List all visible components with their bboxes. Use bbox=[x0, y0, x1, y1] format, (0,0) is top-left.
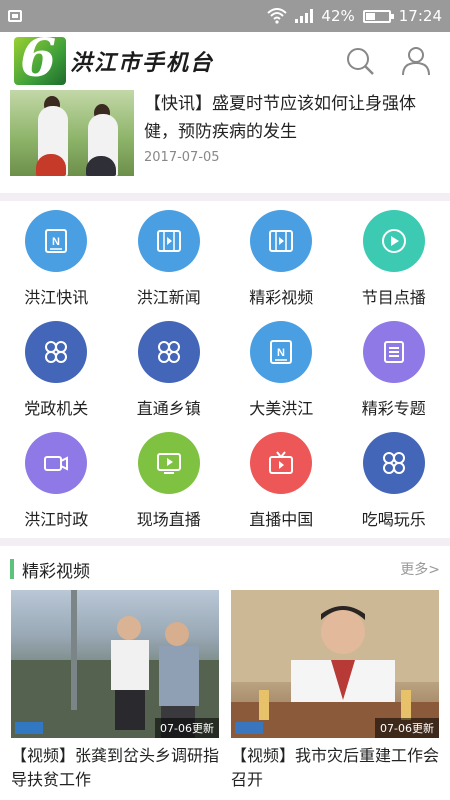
channel-tile[interactable]: N 大美洪江 bbox=[225, 317, 338, 428]
update-badge: 07-06更新 bbox=[155, 718, 219, 738]
channel-tile[interactable]: 洪江时政 bbox=[0, 428, 113, 539]
section-title: 精彩视频 bbox=[22, 561, 90, 582]
battery-percent: 42% bbox=[321, 7, 355, 25]
clover-icon bbox=[362, 432, 425, 494]
app-logo: 6 bbox=[14, 37, 66, 85]
news-icon: N bbox=[25, 210, 88, 272]
divider bbox=[0, 193, 450, 201]
notification-icon bbox=[8, 10, 22, 22]
channel-tile[interactable]: 吃喝玩乐 bbox=[338, 428, 450, 539]
film-icon bbox=[250, 210, 313, 272]
clock: 17:24 bbox=[398, 7, 442, 25]
wifi-icon bbox=[267, 8, 288, 24]
channel-label: 直播中国 bbox=[249, 510, 314, 529]
channel-label: 大美洪江 bbox=[249, 399, 314, 418]
video-thumbnail: 07-06更新 bbox=[231, 590, 439, 738]
channel-tile[interactable]: 党政机关 bbox=[0, 317, 113, 428]
news-thumbnail bbox=[10, 90, 134, 176]
channel-tile[interactable]: 直通乡镇 bbox=[113, 317, 226, 428]
user-icon[interactable] bbox=[400, 45, 432, 77]
news-icon: N bbox=[250, 321, 313, 383]
clover-icon bbox=[25, 321, 88, 383]
app-header: 6 洪江市手机台 bbox=[0, 32, 450, 90]
channel-label: 洪江新闻 bbox=[136, 288, 201, 307]
channel-tile[interactable]: 直播中国 bbox=[225, 428, 338, 539]
videos-section-header: 精彩视频 更多> bbox=[0, 552, 450, 586]
channel-tile[interactable]: 现场直播 bbox=[113, 428, 226, 539]
video-list: 07-06更新 【视频】张龚到岔头乡调研指导扶贫工作 07-06更新 【视频】我… bbox=[0, 590, 450, 792]
status-bar: 42% 17:24 bbox=[0, 0, 450, 32]
video-card[interactable]: 07-06更新 【视频】张龚到岔头乡调研指导扶贫工作 bbox=[11, 590, 219, 792]
battery-icon bbox=[362, 9, 394, 23]
news-title: 【快讯】盛夏时节应该如何让身强体健，预防疾病的发生 bbox=[144, 94, 416, 142]
channel-tile[interactable]: 精彩专题 bbox=[338, 317, 450, 428]
news-date: 2017-07-05 bbox=[144, 150, 220, 165]
video-title: 【视频】张龚到岔头乡调研指导扶贫工作 bbox=[11, 746, 219, 789]
more-link[interactable]: 更多> bbox=[400, 559, 440, 579]
channel-tile[interactable]: 精彩视频 bbox=[225, 206, 338, 317]
update-badge: 07-06更新 bbox=[375, 718, 439, 738]
film-icon bbox=[137, 210, 200, 272]
channel-tile[interactable]: N 洪江快讯 bbox=[0, 206, 113, 317]
search-icon[interactable] bbox=[344, 45, 376, 77]
camera-icon bbox=[25, 432, 88, 494]
channel-label: 现场直播 bbox=[136, 510, 201, 529]
svg-text:N: N bbox=[277, 347, 285, 359]
channel-label: 节目点播 bbox=[361, 288, 426, 307]
channel-mark bbox=[15, 722, 43, 734]
channel-grid: N 洪江快讯 洪江新闻 精彩视频 节目点播党政机关 直通乡镇 N 大美洪江 精彩专题洪江时政 现场… bbox=[0, 206, 450, 539]
video-card[interactable]: 07-06更新 【视频】我市灾后重建工作会召开 bbox=[231, 590, 439, 792]
video-title: 【视频】我市灾后重建工作会召开 bbox=[231, 746, 439, 789]
clover-icon bbox=[137, 321, 200, 383]
channel-label: 精彩视频 bbox=[249, 288, 314, 307]
top-news-item[interactable]: 【快讯】盛夏时节应该如何让身强体健，预防疾病的发生 2017-07-05 bbox=[0, 90, 450, 180]
divider bbox=[0, 538, 450, 546]
play-screen-icon bbox=[137, 432, 200, 494]
list-icon bbox=[362, 321, 425, 383]
section-accent-bar bbox=[10, 559, 14, 579]
channel-label: 吃喝玩乐 bbox=[361, 510, 426, 529]
channel-label: 党政机关 bbox=[24, 399, 89, 418]
channel-tile[interactable]: 节目点播 bbox=[338, 206, 450, 317]
status-right: 42% 17:24 bbox=[267, 7, 442, 25]
channel-tile[interactable]: 洪江新闻 bbox=[113, 206, 226, 317]
signal-icon bbox=[295, 9, 314, 23]
channel-label: 洪江快讯 bbox=[24, 288, 89, 307]
channel-label: 洪江时政 bbox=[24, 510, 89, 529]
play-icon bbox=[362, 210, 425, 272]
channel-label: 精彩专题 bbox=[361, 399, 426, 418]
video-thumbnail: 07-06更新 bbox=[11, 590, 219, 738]
svg-text:N: N bbox=[52, 236, 60, 248]
channel-label: 直通乡镇 bbox=[136, 399, 201, 418]
app-title: 洪江市手机台 bbox=[70, 50, 215, 76]
channel-mark bbox=[235, 722, 263, 734]
tv-icon bbox=[250, 432, 313, 494]
